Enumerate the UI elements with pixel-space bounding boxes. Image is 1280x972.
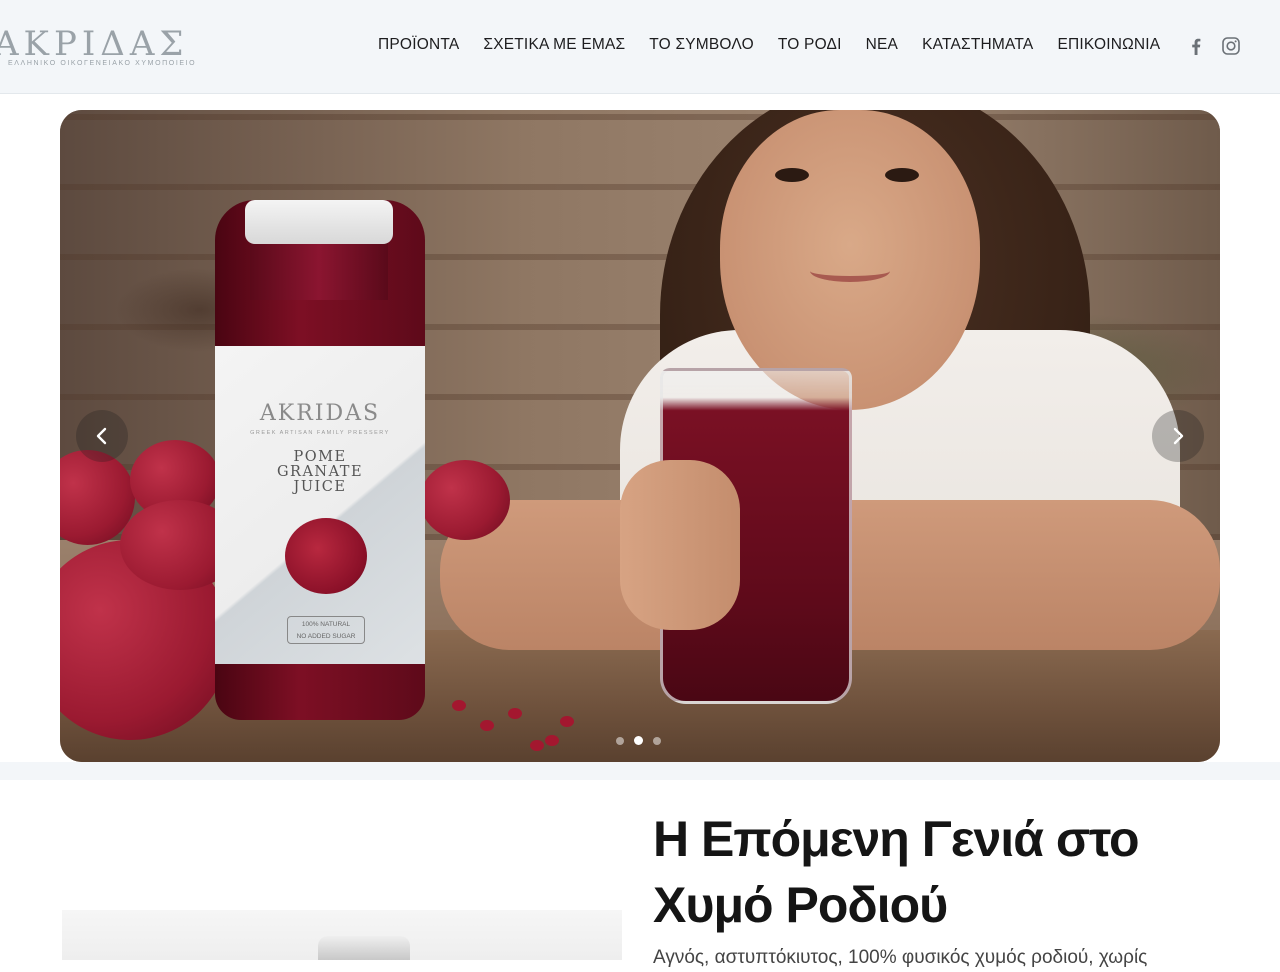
- label-badge: 100% NATURAL NO ADDED SUGAR: [287, 616, 365, 644]
- main-nav: ΠΡΟΪΟΝΤΑ ΣΧΕΤΙΚΑ ΜΕ ΕΜΑΣ ΤΟ ΣΥΜΒΟΛΟ ΤΟ Ρ…: [378, 36, 1160, 54]
- slider-dot[interactable]: [616, 736, 624, 745]
- slider-pagination: [616, 736, 661, 745]
- nav-item-symbol[interactable]: ΤΟ ΣΥΜΒΟΛΟ: [649, 36, 754, 54]
- bottle-neck: [250, 240, 388, 300]
- badge-line: NO ADDED SUGAR: [296, 633, 356, 640]
- label-product-name: POME GRANATE JUICE: [215, 450, 425, 495]
- label-brand: AKRIDAS: [259, 401, 381, 426]
- bottle-cap: [245, 200, 393, 244]
- eye-left: [775, 168, 809, 182]
- slider-next-button[interactable]: [1152, 410, 1204, 462]
- chevron-left-icon: [96, 427, 107, 445]
- girl-face: [720, 110, 980, 410]
- product-bottle-cap: [318, 936, 410, 960]
- slider-prev-button[interactable]: [76, 410, 128, 462]
- logo-tagline: ΕΛΛΗΝΙΚΟ ΟΙΚΟΓΕΝΕΙΑΚΟ ΧΥΜΟΠΟΙΕΙΟ: [8, 60, 197, 67]
- pomegranate-seed: [530, 740, 544, 751]
- slider-dot[interactable]: [653, 736, 661, 745]
- nav-item-news[interactable]: ΝΕΑ: [866, 36, 898, 54]
- nav-item-contact[interactable]: ΕΠΙΚΟΙΝΩΝΙΑ: [1057, 36, 1160, 54]
- section-paragraph: Αγνός, αστυπτόκιυτος, 100% φυσικός χυμός…: [653, 947, 1148, 968]
- section-heading: Η Επόμενη Γενιά στο Χυμό Ροδιού: [653, 811, 1140, 933]
- hero-slider[interactable]: AKRIDAS GREEK ARTISAN FAMILY PRESSERY PO…: [60, 110, 1220, 762]
- label-subtitle: GREEK ARTISAN FAMILY PRESSERY: [250, 430, 390, 436]
- pomegranate: [420, 460, 510, 540]
- badge-line: 100% NATURAL: [301, 621, 351, 628]
- site-header: ΑΚΡΙΔΑΣ ΕΛΛΗΝΙΚΟ ΟΙΚΟΓΕΝΕΙΑΚΟ ΧΥΜΟΠΟΙΕΙΟ…: [0, 0, 1280, 94]
- chevron-right-icon: [1173, 427, 1184, 445]
- brand-logo[interactable]: ΑΚΡΙΔΑΣ ΕΛΛΗΝΙΚΟ ΟΙΚΟΓΕΝΕΙΑΚΟ ΧΥΜΟΠΟΙΕΙΟ: [0, 26, 204, 76]
- pomegranate-seed: [560, 716, 574, 727]
- facebook-icon[interactable]: [1186, 36, 1206, 56]
- label-product-line: JUICE: [293, 479, 347, 495]
- section-divider: [0, 762, 1280, 780]
- slider-dot-active[interactable]: [634, 736, 643, 745]
- pomegranate-seed: [545, 735, 559, 746]
- pomegranate-seed: [480, 720, 494, 731]
- label-pomegranate-illustration: [285, 518, 367, 594]
- nav-item-pomegranate[interactable]: ΤΟ ΡΟΔΙ: [778, 36, 842, 54]
- logo-text: ΑΚΡΙΔΑΣ: [0, 24, 189, 64]
- pomegranate-seed: [452, 700, 466, 711]
- label-product-line: GRANATE: [276, 464, 364, 480]
- nav-item-products[interactable]: ΠΡΟΪΟΝΤΑ: [378, 36, 459, 54]
- bottle-label: AKRIDAS GREEK ARTISAN FAMILY PRESSERY PO…: [215, 346, 425, 664]
- instagram-icon[interactable]: [1220, 36, 1242, 56]
- girl-hand: [620, 460, 740, 630]
- nav-item-stores[interactable]: ΚΑΤΑΣΤΗΜΑΤΑ: [922, 36, 1033, 54]
- nav-item-about[interactable]: ΣΧΕΤΙΚΑ ΜΕ ΕΜΑΣ: [483, 36, 625, 54]
- eye-right: [885, 168, 919, 182]
- smile: [810, 260, 890, 282]
- pomegranate-seed: [508, 708, 522, 719]
- label-product-line: POME: [293, 449, 347, 465]
